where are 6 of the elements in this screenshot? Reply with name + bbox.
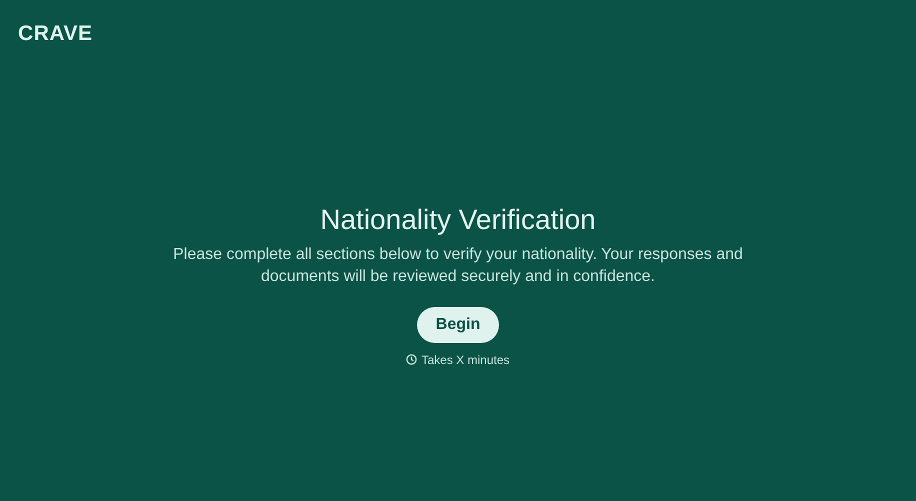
begin-button[interactable]: Begin — [416, 306, 500, 342]
page-title: Nationality Verification — [320, 202, 596, 237]
logo: CRAVE — [18, 22, 93, 45]
description: Please complete all sections below to verify your nationality. Your responses and documents will be reviewed securely and in confidence. — [172, 244, 744, 286]
duration-text: Takes X minutes — [421, 352, 510, 368]
clock-icon — [406, 354, 418, 365]
